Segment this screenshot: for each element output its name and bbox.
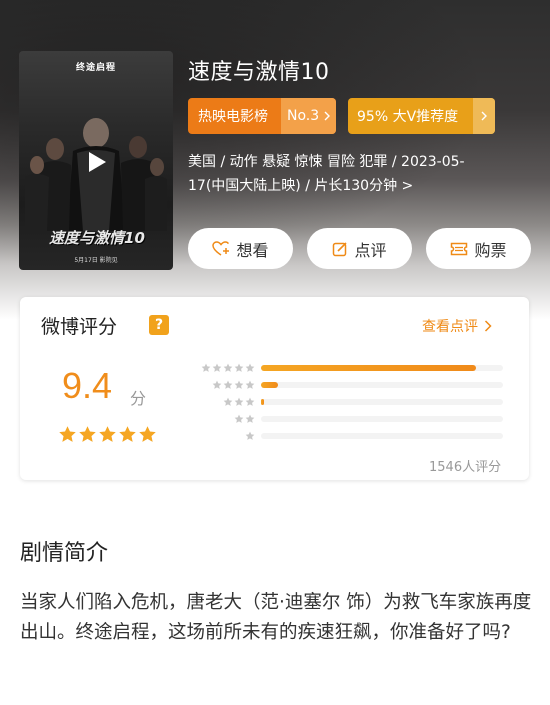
- star-icon: [212, 363, 222, 372]
- star-icon: [223, 397, 233, 406]
- rating-distribution-row: [200, 431, 510, 441]
- star-icon: [99, 426, 116, 442]
- poster-tagline: 终途启程: [75, 63, 116, 73]
- view-reviews-label: 查看点评: [422, 319, 478, 335]
- star-icon: [79, 426, 96, 442]
- star-icon: [245, 363, 255, 372]
- star-icon: [59, 426, 76, 442]
- rating-count: 1546人评分: [429, 460, 502, 475]
- recommend-badge[interactable]: 95% 大V推荐度: [348, 98, 495, 134]
- rank-badge[interactable]: 热映电影榜 No.3: [188, 98, 336, 134]
- movie-poster[interactable]: 终途启程 速度与激情10 5月17日 影院见: [19, 51, 173, 270]
- review-button[interactable]: 点评: [307, 228, 412, 269]
- rating-unit: 分: [130, 389, 147, 408]
- help-icon[interactable]: ?: [149, 315, 169, 335]
- rating-card: 微博评分 ? 查看点评 9.4 分 1546人评分: [20, 297, 529, 480]
- heart-plus-icon: [212, 240, 230, 256]
- rating-distribution-track: [261, 399, 503, 405]
- star-icon: [234, 397, 244, 406]
- rating-distribution-bar: [261, 365, 477, 371]
- review-label: 点评: [354, 240, 387, 260]
- poster-logo-text: 速度与激情10: [49, 229, 145, 247]
- star-icon: [223, 380, 233, 389]
- rating-distribution-stars: [200, 414, 261, 424]
- rank-badge-value: No.3: [281, 98, 336, 134]
- rating-stars: [58, 425, 157, 444]
- star-icon: [245, 431, 255, 440]
- chevron-right-icon: [481, 111, 487, 121]
- recommend-badge-label: 95% 大V推荐度: [357, 109, 459, 125]
- rating-distribution-stars: [200, 363, 261, 373]
- ticket-icon: [451, 242, 468, 255]
- chevron-right-icon: [484, 320, 492, 332]
- rating-distribution-track: [261, 365, 503, 371]
- movie-title: 速度与激情10: [188, 60, 330, 85]
- star-icon: [234, 414, 244, 423]
- movie-meta-line2: 17(中国大陆上映) / 片长130分钟 >: [188, 178, 414, 194]
- rating-score: 9.4: [62, 365, 113, 406]
- view-reviews-link[interactable]: 查看点评: [422, 316, 492, 336]
- rating-distribution-track: [261, 416, 503, 422]
- rating-distribution-track: [261, 433, 503, 439]
- want-to-watch-label: 想看: [236, 240, 269, 260]
- movie-meta-line1: 美国 / 动作 悬疑 惊悚 冒险 犯罪 / 2023-05-: [188, 154, 465, 170]
- rating-distribution-stars: [200, 397, 261, 407]
- want-to-watch-button[interactable]: 想看: [188, 228, 293, 269]
- star-icon: [212, 380, 222, 389]
- rating-distribution-row: [200, 363, 510, 373]
- poster-date-text: 5月17日 影院见: [74, 257, 118, 264]
- rating-distribution-stars: [200, 380, 261, 390]
- rating-distribution-stars: [200, 431, 261, 441]
- rating-distribution-track: [261, 382, 503, 388]
- star-icon: [119, 426, 136, 442]
- buy-ticket-button[interactable]: 购票: [426, 228, 531, 269]
- play-icon[interactable]: [82, 147, 112, 177]
- rank-badge-label: 热映电影榜: [198, 109, 268, 125]
- star-icon: [139, 426, 156, 442]
- buy-ticket-label: 购票: [474, 240, 507, 260]
- rating-title: 微博评分: [41, 316, 118, 338]
- movie-meta[interactable]: 美国 / 动作 悬疑 惊悚 冒险 犯罪 / 2023-05- 17(中国大陆上映…: [188, 150, 518, 198]
- rank-badge-value-text: No.3: [287, 108, 320, 124]
- star-icon: [245, 397, 255, 406]
- synopsis-title: 剧情简介: [20, 541, 109, 566]
- star-icon: [223, 363, 233, 372]
- rating-distribution-row: [200, 397, 510, 407]
- recommend-badge-arrow: [473, 98, 495, 134]
- rating-distribution-bar: [261, 382, 278, 388]
- rating-distribution-bar: [261, 399, 264, 405]
- chevron-right-icon: [324, 111, 331, 121]
- star-icon: [245, 380, 255, 389]
- synopsis-text: 当家人们陷入危机，唐老大（范·迪塞尔 饰）为救飞车家族再度出山。终途启程，这场前…: [20, 592, 532, 643]
- edit-icon: [333, 241, 348, 256]
- star-icon: [234, 363, 244, 372]
- star-icon: [245, 414, 255, 423]
- star-icon: [201, 363, 211, 372]
- rating-distribution-row: [200, 380, 510, 390]
- rating-distribution-row: [200, 414, 510, 424]
- star-icon: [234, 380, 244, 389]
